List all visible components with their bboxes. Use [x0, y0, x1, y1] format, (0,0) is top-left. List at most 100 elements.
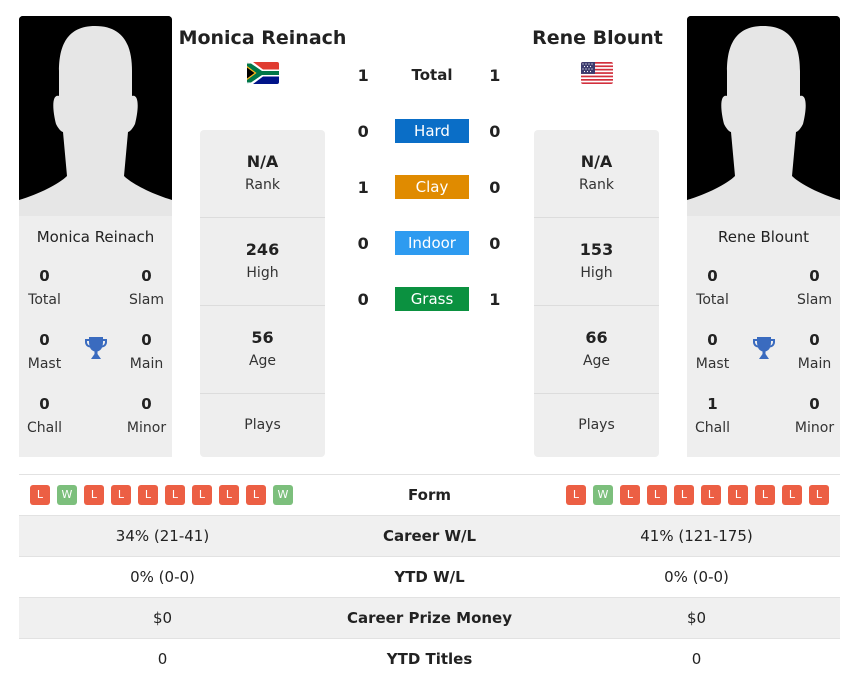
h2h-clay-left: 1: [357, 177, 369, 197]
form-right: LWLLLLLLLL: [553, 485, 840, 505]
player-stats-right: N/A Rank 153 High 66 Age Plays: [534, 130, 659, 457]
flag-usa-icon: [581, 62, 613, 84]
stat-plays-right: Plays: [534, 394, 659, 457]
form-loss-badge[interactable]: L: [674, 485, 694, 505]
form-loss-badge[interactable]: L: [782, 485, 802, 505]
stat-age-label: Age: [582, 353, 611, 369]
form-loss-badge[interactable]: L: [84, 485, 104, 505]
form-left: LWLLLLLLLW: [19, 485, 306, 505]
row-value-right: 41% (121-175): [640, 527, 753, 545]
titles-chall-left: 0 Chall: [19, 380, 70, 444]
form-loss-badge[interactable]: L: [809, 485, 829, 505]
h2h-grass-left: 0: [357, 289, 369, 309]
titles-total-value: 0: [707, 267, 718, 285]
form-win-badge[interactable]: W: [57, 485, 77, 505]
titles-mast-right: 0 Mast: [687, 316, 738, 380]
form-loss-badge[interactable]: L: [192, 485, 212, 505]
surface-indoor-badge[interactable]: Indoor: [395, 231, 469, 255]
row-label: YTD Titles: [386, 650, 473, 668]
form-loss-badge[interactable]: L: [165, 485, 185, 505]
head-to-head: 1 Total 1 0 Hard 0 1 Clay 0 0 Indoor 0 0…: [349, 63, 509, 313]
row-label: YTD W/L: [394, 568, 465, 586]
h2h-hard-left: 0: [357, 121, 369, 141]
titles-chall-label: Chall: [26, 420, 62, 436]
row-value-left: 34% (21-41): [115, 527, 210, 545]
titles-total-label: Total: [696, 292, 729, 308]
player-heading-left[interactable]: Monica Reinach: [172, 27, 353, 49]
titles-total-right: 0 Total: [687, 252, 738, 316]
form-loss-badge[interactable]: L: [111, 485, 131, 505]
titles-total-label: Total: [28, 292, 61, 308]
form-loss-badge[interactable]: L: [246, 485, 266, 505]
titles-mast-label: Mast: [695, 356, 730, 372]
stat-rank-label: Rank: [579, 177, 614, 193]
row-value-left: $0: [152, 609, 173, 627]
trophy-icon: [84, 337, 107, 359]
surface-grass-badge[interactable]: Grass: [395, 287, 469, 311]
h2h-row-total: 1 Total 1: [349, 63, 509, 87]
row-value-left: 0% (0-0): [130, 568, 195, 586]
titles-slam-value: 0: [141, 267, 152, 285]
stat-rank-value: N/A: [246, 152, 279, 171]
row-label: Career W/L: [382, 527, 477, 545]
player-stats-left: N/A Rank 246 High 56 Age Plays: [200, 130, 325, 457]
titles-main-label: Main: [129, 356, 164, 372]
surface-hard-badge[interactable]: Hard: [395, 119, 469, 143]
stat-plays-left: Plays: [200, 394, 325, 457]
h2h-total-right: 1: [489, 65, 501, 85]
h2h-grass-right: 1: [489, 289, 501, 309]
form-loss-badge[interactable]: L: [647, 485, 667, 505]
h2h-row-clay: 1 Clay 0: [349, 175, 509, 199]
titles-slam-value: 0: [809, 267, 820, 285]
titles-minor-right: 0 Minor: [789, 380, 840, 444]
table-row-form: LWLLLLLLLW Form LWLLLLLLLL: [19, 474, 840, 515]
table-row: 0% (0-0) YTD W/L 0% (0-0): [19, 556, 840, 597]
titles-slam-label: Slam: [797, 292, 832, 308]
titles-minor-label: Minor: [794, 420, 835, 436]
form-loss-badge[interactable]: L: [30, 485, 50, 505]
trophy-icon: [752, 337, 775, 359]
form-loss-badge[interactable]: L: [620, 485, 640, 505]
player-photo-left: [19, 16, 172, 216]
form-win-badge[interactable]: W: [273, 485, 293, 505]
form-win-badge[interactable]: W: [593, 485, 613, 505]
stat-high-left: 246 High: [200, 218, 325, 306]
player-card-right: Rene Blount 0 Total 0 Slam 0 Mast 0 Main 1 Ch…: [687, 216, 840, 457]
form-loss-badge[interactable]: L: [701, 485, 721, 505]
titles-chall-value: 1: [707, 395, 718, 413]
stat-rank-left: N/A Rank: [200, 130, 325, 218]
stat-age-label: Age: [248, 353, 277, 369]
titles-main-right: 0 Main: [789, 316, 840, 380]
row-value-right: 0: [691, 650, 702, 668]
surface-clay-badge[interactable]: Clay: [395, 175, 469, 199]
stat-age-value: 56: [251, 328, 274, 347]
titles-total-left: 0 Total: [19, 252, 70, 316]
player-heading-right[interactable]: Rene Blount: [507, 27, 688, 49]
titles-minor-label: Minor: [126, 420, 167, 436]
titles-slam-label: Slam: [129, 292, 164, 308]
titles-chall-label: Chall: [694, 420, 730, 436]
titles-slam-left: 0 Slam: [121, 252, 172, 316]
stat-rank-right: N/A Rank: [534, 130, 659, 218]
form-loss-badge[interactable]: L: [219, 485, 239, 505]
stat-high-label: High: [580, 265, 613, 281]
titles-mast-value: 0: [707, 331, 718, 349]
stat-rank-label: Rank: [245, 177, 280, 193]
titles-total-value: 0: [39, 267, 50, 285]
stat-high-value: 153: [579, 240, 614, 259]
form-loss-badge[interactable]: L: [566, 485, 586, 505]
h2h-total-left: 1: [357, 65, 369, 85]
form-loss-badge[interactable]: L: [755, 485, 775, 505]
form-loss-badge[interactable]: L: [728, 485, 748, 505]
h2h-row-grass: 0 Grass 1: [349, 287, 509, 311]
stat-rank-value: N/A: [580, 152, 613, 171]
form-loss-badge[interactable]: L: [138, 485, 158, 505]
h2h-row-indoor: 0 Indoor 0: [349, 231, 509, 255]
titles-main-value: 0: [141, 331, 152, 349]
player-name-right[interactable]: Rene Blount: [687, 216, 840, 252]
player-name-left[interactable]: Monica Reinach: [19, 216, 172, 252]
comparison-table: LWLLLLLLLW Form LWLLLLLLLL 34% (21-41) C…: [19, 474, 840, 679]
stat-age-right: 66 Age: [534, 306, 659, 394]
titles-main-value: 0: [809, 331, 820, 349]
h2h-row-hard: 0 Hard 0: [349, 119, 509, 143]
